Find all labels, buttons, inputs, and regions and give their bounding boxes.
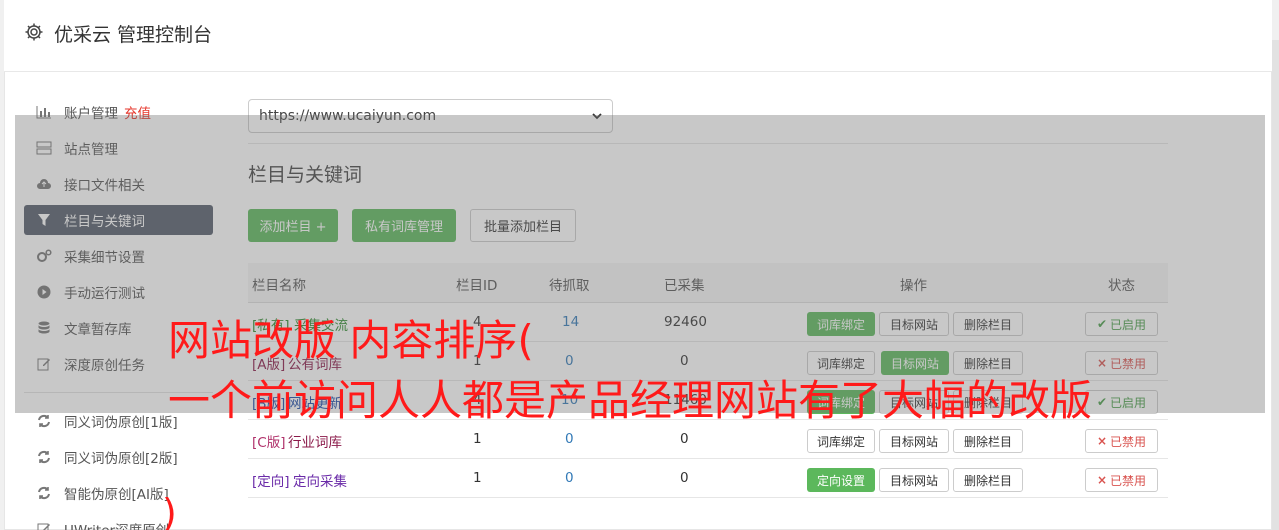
table-row: [C版] 行业词库 1 0 0 词库绑定 目标网站 删除栏目 × 已禁用 [248,420,1168,459]
sidebar-item-synonym-v2[interactable]: 同义词伪原创[2版] [24,442,213,472]
status-toggle[interactable]: × 已禁用 [1085,429,1158,453]
sidebar-item-label: 同义词伪原创[1版] [64,415,178,431]
refresh-icon [36,449,52,465]
header: 优采云 管理控制台 [4,0,1272,72]
target-site-button[interactable]: 目标网站 [879,429,949,453]
status-label: 已禁用 [1110,473,1147,488]
row-tag: [C版] [252,435,286,451]
app-title: 优采云 管理控制台 [54,24,213,46]
watermark-line-3: ) [162,491,177,530]
sidebar-item-label: UWriter深度原创 [64,519,169,530]
page-scrollbar[interactable] [1272,40,1279,530]
targeted-settings-button[interactable]: 定向设置 [807,468,875,492]
watermark-line-2: 一个前访问人人都是产品经理网站有了大幅的改版 [168,376,1093,425]
row-name-link[interactable]: 行业词库 [288,431,342,451]
gear-icon [24,22,44,42]
sidebar-item-ai[interactable]: 智能伪原创[AI版] [24,478,213,508]
sidebar-item-label: 智能伪原创[AI版] [64,487,169,503]
bind-lexicon-button[interactable]: 词库绑定 [807,429,875,453]
table-row: [定向] 定向采集 1 0 0 定向设置 目标网站 删除栏目 × 已禁用 [248,459,1168,498]
row-tag: [定向] [252,474,290,490]
row-id: 1 [473,470,482,486]
watermark-line-1: 网站改版 内容排序( [168,316,534,365]
row-collected: 0 [680,470,689,486]
target-site-button[interactable]: 目标网站 [879,468,949,492]
row-pending: 0 [565,470,574,486]
delete-column-button[interactable]: 删除栏目 [953,429,1023,453]
status-toggle[interactable]: × 已禁用 [1085,468,1158,492]
status-label: 已禁用 [1110,434,1147,449]
refresh-icon [36,485,52,501]
edit-icon [36,521,52,530]
close-icon: × [1096,473,1108,487]
row-collected: 0 [680,431,689,447]
delete-column-button[interactable]: 删除栏目 [953,468,1023,492]
row-pending: 0 [565,431,574,447]
row-name-link[interactable]: 定向采集 [293,470,347,490]
watermark-overlay [15,115,1265,413]
refresh-icon [36,413,52,429]
close-icon: × [1096,434,1108,448]
sidebar-item-uwriter[interactable]: UWriter深度原创 [24,514,213,530]
row-id: 1 [473,431,482,447]
sidebar-item-label: 同义词伪原创[2版] [64,451,178,467]
